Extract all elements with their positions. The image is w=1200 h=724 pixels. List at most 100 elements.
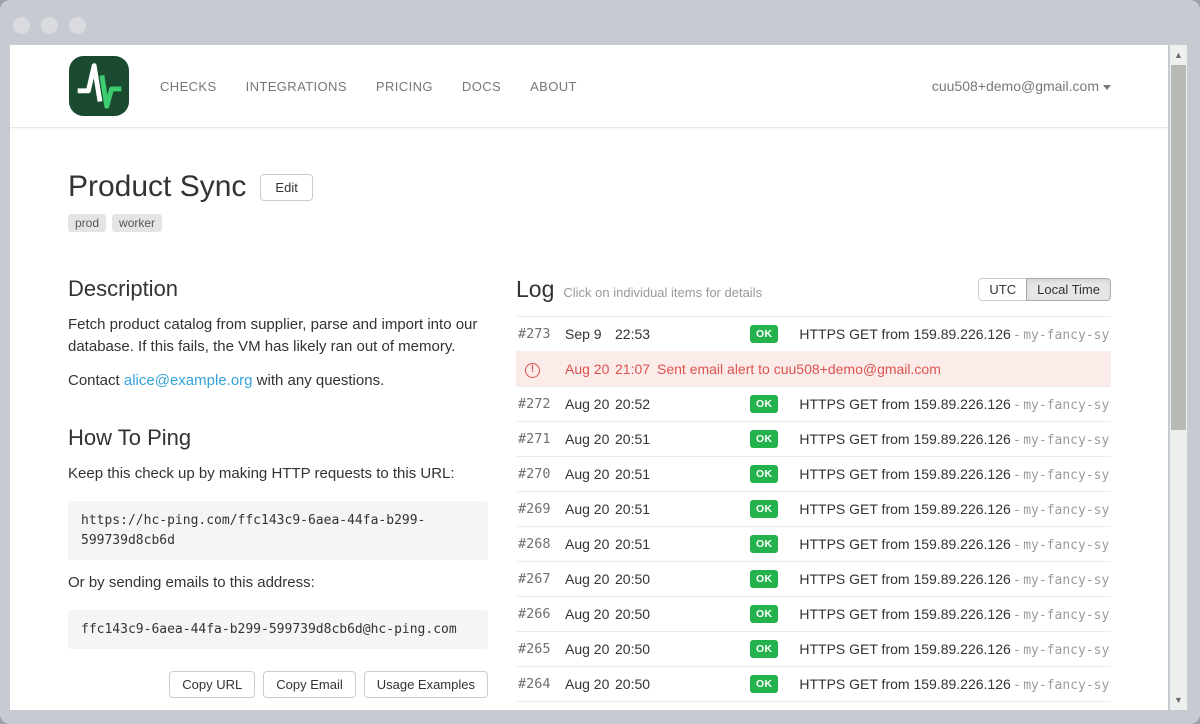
account-menu[interactable]: cuu508+demo@gmail.com xyxy=(932,78,1111,94)
navbar: CHECKS INTEGRATIONS PRICING DOCS ABOUT cuu50… xyxy=(10,45,1168,128)
ping-time: 20:51 xyxy=(615,501,657,517)
ping-time: 20:50 xyxy=(615,641,657,657)
window-dot[interactable] xyxy=(41,17,58,34)
ping-url-code[interactable]: https://hc-ping.com/ffc143c9-6aea-44fa-b… xyxy=(68,501,488,560)
log-row-alert[interactable]: ! Aug 20 21:07 Sent email alert to cuu50… xyxy=(516,351,1111,386)
scrollbar-thumb[interactable] xyxy=(1171,65,1186,430)
log-table: #273 Sep 9 22:53 OK HTTPS GET from 159.8… xyxy=(516,316,1111,710)
email-instruction: Or by sending emails to this address: xyxy=(68,572,488,594)
ping-date: Aug 20 xyxy=(565,641,615,657)
ping-detail: HTTPS GET from 159.89.226.126 - my-fancy… xyxy=(799,501,1111,518)
ping-time: 20:50 xyxy=(615,606,657,622)
healthchecks-logo-icon[interactable] xyxy=(68,55,130,117)
ping-time: 20:51 xyxy=(615,536,657,552)
browser-window: CHECKS INTEGRATIONS PRICING DOCS ABOUT cuu50… xyxy=(0,0,1200,724)
chevron-down-icon xyxy=(1103,85,1111,90)
ping-email-code[interactable]: ffc143c9-6aea-44fa-b299-599739d8cb6d@hc-… xyxy=(68,610,488,650)
user-agent-text: my-fancy-sy... xyxy=(1023,398,1111,413)
user-agent-text: my-fancy-sy... xyxy=(1023,328,1111,343)
ping-number: #272 xyxy=(518,396,565,412)
ping-date: Aug 20 xyxy=(565,431,615,447)
ping-detail: HTTPS GET from 159.89.226.126 - my-fancy… xyxy=(799,536,1111,553)
nav-link[interactable]: DOCS xyxy=(462,79,501,94)
ping-action-button[interactable]: Usage Examples xyxy=(364,671,488,698)
log-row[interactable]: #270 Aug 20 20:51 OK HTTPS GET from 159.… xyxy=(516,456,1111,491)
ok-badge: OK xyxy=(750,570,778,588)
contact-email-link[interactable]: alice@example.org xyxy=(124,372,253,389)
log-row[interactable]: #268 Aug 20 20:51 OK HTTPS GET from 159.… xyxy=(516,526,1111,561)
window-dot[interactable] xyxy=(13,17,30,34)
user-agent-text: my-fancy-sy... xyxy=(1023,538,1111,553)
alert-date: Aug 20 xyxy=(565,361,615,377)
ping-action-button[interactable]: Copy URL xyxy=(169,671,255,698)
nav-link[interactable]: INTEGRATIONS xyxy=(246,79,347,94)
ok-badge: OK xyxy=(750,640,778,658)
scroll-up-arrow-icon[interactable]: ▲ xyxy=(1170,47,1187,63)
ping-action-button[interactable]: Copy Email xyxy=(263,671,355,698)
local-time-toggle-button[interactable]: Local Time xyxy=(1026,278,1111,301)
ok-badge: OK xyxy=(750,465,778,483)
log-heading: Log xyxy=(516,276,554,303)
how-to-ping-heading: How To Ping xyxy=(68,425,488,451)
ok-badge: OK xyxy=(750,535,778,553)
tag-list: prodworker xyxy=(68,214,1111,232)
ping-time: 20:50 xyxy=(615,571,657,587)
log-row[interactable]: #271 Aug 20 20:51 OK HTTPS GET from 159.… xyxy=(516,421,1111,456)
http-instruction: Keep this check up by making HTTP reques… xyxy=(68,463,488,485)
page: CHECKS INTEGRATIONS PRICING DOCS ABOUT cuu50… xyxy=(10,45,1168,710)
nav-link[interactable]: CHECKS xyxy=(160,79,217,94)
ok-badge: OK xyxy=(750,395,778,413)
window-dot[interactable] xyxy=(69,17,86,34)
user-agent-text: my-fancy-sy... xyxy=(1023,608,1111,623)
ping-date: Aug 20 xyxy=(565,676,615,692)
ping-date: Aug 20 xyxy=(565,466,615,482)
ping-date: Aug 20 xyxy=(565,536,615,552)
ping-buttons: Copy URL Copy Email Usage Examples xyxy=(68,671,488,698)
log-subtitle: Click on individual items for details xyxy=(563,285,762,303)
log-row[interactable]: #269 Aug 20 20:51 OK HTTPS GET from 159.… xyxy=(516,491,1111,526)
ping-detail: HTTPS GET from 159.89.226.126 - my-fancy… xyxy=(799,676,1111,693)
scroll-down-arrow-icon[interactable]: ▼ xyxy=(1170,692,1187,708)
ok-badge: OK xyxy=(750,675,778,693)
log-row[interactable]: #267 Aug 20 20:50 OK HTTPS GET from 159.… xyxy=(516,561,1111,596)
user-agent-text: my-fancy-sy... xyxy=(1023,678,1111,693)
nav-link[interactable]: ABOUT xyxy=(530,79,577,94)
log-row[interactable]: #273 Sep 9 22:53 OK HTTPS GET from 159.8… xyxy=(516,316,1111,351)
user-agent-text: my-fancy-sy... xyxy=(1023,503,1111,518)
ping-detail: HTTPS GET from 159.89.226.126 - my-fancy… xyxy=(799,641,1111,658)
timezone-toggle: UTC Local Time xyxy=(978,278,1111,301)
ping-detail: HTTPS GET from 159.89.226.126 - my-fancy… xyxy=(799,606,1111,623)
ok-badge: OK xyxy=(750,430,778,448)
ping-detail: HTTPS GET from 159.89.226.126 - my-fancy… xyxy=(799,326,1111,343)
window-controls[interactable] xyxy=(13,17,86,34)
ping-time: 22:53 xyxy=(615,326,657,342)
log-row[interactable]: #266 Aug 20 20:50 OK HTTPS GET from 159.… xyxy=(516,596,1111,631)
log-row[interactable]: #265 Aug 20 20:50 OK HTTPS GET from 159.… xyxy=(516,631,1111,666)
ping-number: #266 xyxy=(518,606,565,622)
page-scrollbar[interactable]: ▲ ▼ xyxy=(1170,45,1187,710)
ping-detail: HTTPS GET from 159.89.226.126 - my-fancy… xyxy=(799,396,1111,413)
user-agent-text: my-fancy-sy... xyxy=(1023,468,1111,483)
ping-number: #267 xyxy=(518,571,565,587)
log-row[interactable]: #263 Aug 20 20:49 OK HTTPS GET from 159.… xyxy=(516,701,1111,710)
ok-badge: OK xyxy=(750,325,778,343)
nav-link[interactable]: PRICING xyxy=(376,79,433,94)
alert-message: Sent email alert to cuu508+demo@gmail.co… xyxy=(657,361,941,377)
ping-date: Sep 9 xyxy=(565,326,615,342)
log-row[interactable]: #272 Aug 20 20:52 OK HTTPS GET from 159.… xyxy=(516,386,1111,421)
ping-number: #265 xyxy=(518,641,565,657)
edit-button[interactable]: Edit xyxy=(260,174,312,201)
user-agent-text: my-fancy-sy... xyxy=(1023,433,1111,448)
description-heading: Description xyxy=(68,276,488,302)
ping-time: 20:50 xyxy=(615,676,657,692)
nav-links: CHECKS INTEGRATIONS PRICING DOCS ABOUT xyxy=(160,79,577,94)
ok-badge: OK xyxy=(750,500,778,518)
ping-detail: HTTPS GET from 159.89.226.126 - my-fancy… xyxy=(799,431,1111,448)
log-row[interactable]: #264 Aug 20 20:50 OK HTTPS GET from 159.… xyxy=(516,666,1111,701)
ping-detail: HTTPS GET from 159.89.226.126 - my-fancy… xyxy=(799,571,1111,588)
utc-toggle-button[interactable]: UTC xyxy=(978,278,1027,301)
ping-date: Aug 20 xyxy=(565,571,615,587)
alert-icon-cell: ! xyxy=(518,360,565,378)
ping-date: Aug 20 xyxy=(565,396,615,412)
user-agent-text: my-fancy-sy... xyxy=(1023,643,1111,658)
